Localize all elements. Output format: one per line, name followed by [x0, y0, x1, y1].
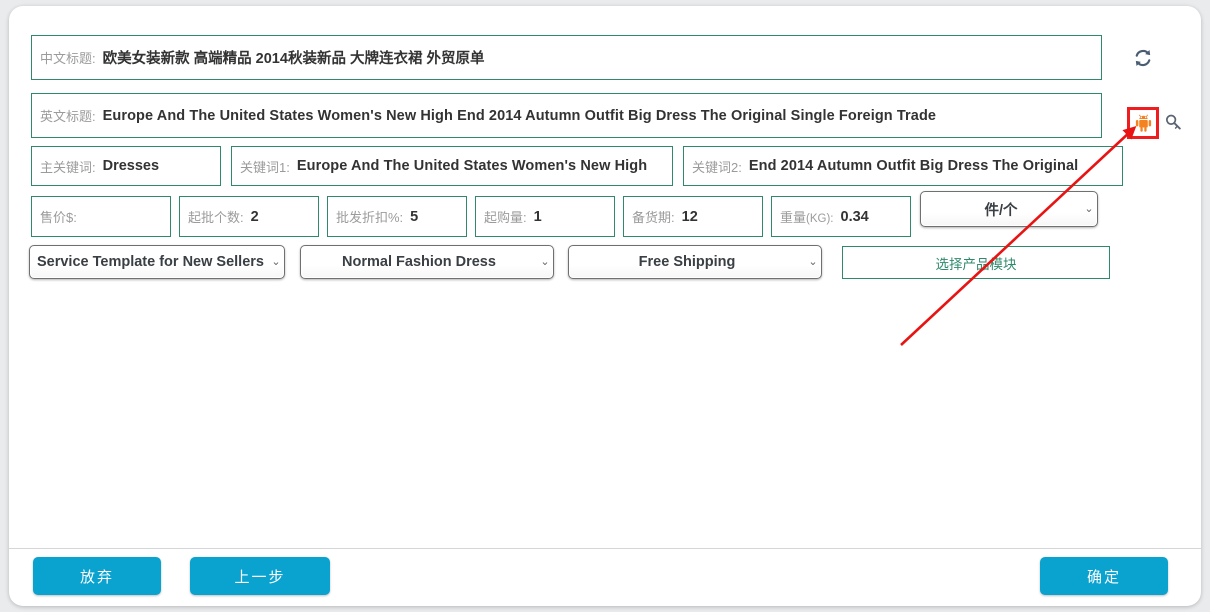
wholesale-discount-value: 5: [410, 208, 419, 225]
min-order-field[interactable]: 起购量: 1: [475, 196, 615, 237]
weight-field[interactable]: 重量(KG): 0.34: [771, 196, 911, 237]
chinese-title-label: 中文标题:: [40, 51, 96, 66]
product-group-value: Normal Fashion Dress: [342, 254, 496, 270]
chinese-title-value: 欧美女装新款 高端精品 2014秋装新品 大牌连衣裙 外贸原单: [102, 51, 485, 67]
shipping-template-value: Free Shipping: [638, 254, 736, 270]
wholesale-discount-label: 批发折扣%:: [336, 210, 404, 225]
product-group-select[interactable]: Normal Fashion Dress ⌄: [300, 245, 554, 279]
keyword2-label: 关键词2:: [692, 159, 742, 175]
service-template-select[interactable]: Service Template for New Sellers ⌄: [29, 245, 285, 279]
select-product-module-label: 选择产品模块: [935, 256, 1017, 272]
footer-separator: [9, 548, 1201, 549]
weight-unit-text: (KG):: [806, 213, 834, 225]
magnifier-search-icon: [1165, 114, 1181, 129]
min-order-label: 起购量:: [484, 210, 527, 225]
stock-period-value: 12: [681, 208, 698, 225]
min-batch-count-label: 起批个数:: [188, 210, 244, 225]
service-template-value: Service Template for New Sellers: [36, 254, 264, 270]
stock-period-label: 备货期:: [632, 210, 675, 225]
confirm-button[interactable]: 确定: [1040, 557, 1168, 595]
stock-period-field[interactable]: 备货期: 12: [623, 196, 763, 237]
previous-step-button[interactable]: 上一步: [190, 557, 330, 595]
min-batch-count-value: 2: [250, 208, 259, 225]
chevron-down-icon: ⌄: [540, 255, 550, 268]
keyword2-value: End 2014 Autumn Outfit Big Dress The Ori…: [748, 158, 1079, 174]
chevron-down-icon: ⌄: [1084, 202, 1094, 215]
weight-label-text: 重量: [780, 210, 807, 225]
wholesale-discount-field[interactable]: 批发折扣%: 5: [327, 196, 467, 237]
weight-label: 重量(KG):: [780, 207, 841, 226]
keyword1-label: 关键词1:: [240, 159, 290, 175]
form-area: 中文标题: 欧美女装新款 高端精品 2014秋装新品 大牌连衣裙 外贸原单 英文…: [9, 6, 1201, 548]
select-product-module-button[interactable]: 选择产品模块: [842, 246, 1110, 279]
keyword1-value: Europe And The United States Women's New…: [296, 158, 648, 174]
main-keyword-label: 主关键词:: [40, 159, 96, 175]
shipping-template-select[interactable]: Free Shipping ⌄: [568, 245, 822, 279]
price-label: 售价$:: [40, 210, 77, 225]
keyword1-field[interactable]: 关键词1: Europe And The United States Women…: [231, 146, 673, 186]
unit-select[interactable]: 件/个 ⌄: [920, 191, 1098, 227]
chevron-down-icon: ⌄: [808, 255, 818, 268]
main-keyword-field[interactable]: 主关键词: Dresses: [31, 146, 221, 186]
keyword2-field[interactable]: 关键词2: End 2014 Autumn Outfit Big Dress T…: [683, 146, 1123, 186]
chevron-down-icon: ⌄: [271, 255, 281, 268]
refresh-button[interactable]: [1129, 44, 1157, 72]
main-keyword-value: Dresses: [102, 158, 160, 174]
search-button[interactable]: [1161, 110, 1185, 134]
english-title-label: 英文标题:: [40, 109, 96, 124]
cancel-button[interactable]: 放弃: [33, 557, 161, 595]
min-order-value: 1: [533, 208, 542, 225]
min-batch-count-field[interactable]: 起批个数: 2: [179, 196, 319, 237]
refresh-sync-icon: [1135, 49, 1151, 67]
chinese-title-field[interactable]: 中文标题: 欧美女装新款 高端精品 2014秋装新品 大牌连衣裙 外贸原单: [31, 35, 1102, 80]
weight-value: 0.34: [840, 208, 869, 225]
unit-select-value: 件/个: [984, 202, 1018, 219]
product-publish-dialog: 中文标题: 欧美女装新款 高端精品 2014秋装新品 大牌连衣裙 外贸原单 英文…: [9, 6, 1201, 606]
price-field[interactable]: 售价$:: [31, 196, 171, 237]
android-button[interactable]: [1130, 110, 1156, 136]
english-title-field[interactable]: 英文标题: Europe And The United States Women…: [31, 93, 1102, 138]
android-robot-icon: [1135, 114, 1151, 132]
english-title-value: Europe And The United States Women's New…: [102, 107, 937, 124]
